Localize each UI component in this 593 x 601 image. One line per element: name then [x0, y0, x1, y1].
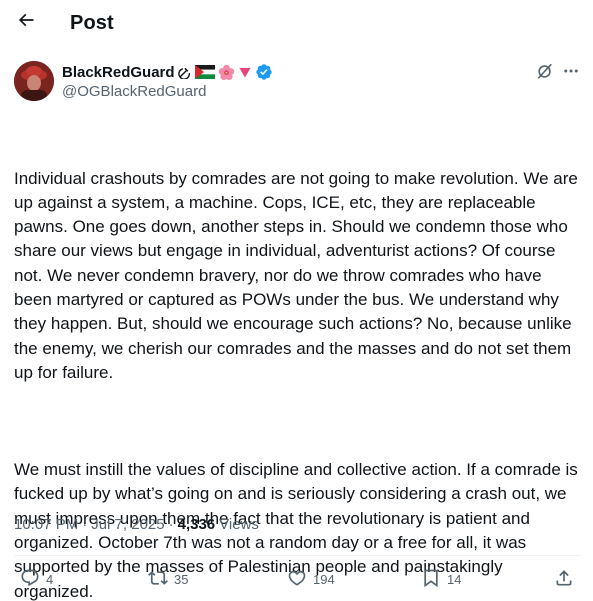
views-count: 4,336 — [177, 516, 216, 533]
hibiscus-emoji — [218, 64, 235, 80]
post-paragraph: Individual crashouts by comrades are not… — [14, 168, 583, 382]
bookmark-button[interactable]: 14 — [421, 565, 461, 593]
author-display-name[interactable]: BlackRedGuard — [62, 64, 175, 81]
views-label: Views — [219, 516, 259, 533]
reply-button[interactable]: 4 — [20, 565, 53, 593]
reply-count: 4 — [46, 571, 54, 587]
share-icon — [554, 568, 574, 591]
meta-separator: · — [82, 516, 88, 533]
action-bar: 4 35 194 14 — [0, 565, 593, 593]
avatar[interactable] — [14, 61, 54, 101]
palestine-flag-emoji — [194, 64, 215, 80]
more-options-button[interactable] — [560, 63, 582, 83]
post-header: Post — [0, 0, 593, 48]
author-name-row: BlackRedGuard — [62, 62, 273, 82]
like-button[interactable]: 194 — [287, 565, 335, 593]
meta-separator: · — [168, 516, 174, 533]
page-title: Post — [70, 12, 114, 34]
hammer-sickle-emoji — [177, 64, 192, 80]
arrow-left-icon — [16, 10, 36, 35]
repost-icon — [148, 568, 168, 591]
grok-button[interactable] — [535, 63, 555, 83]
bookmark-icon — [421, 568, 441, 591]
verified-badge-icon[interactable] — [255, 64, 273, 80]
red-triangle-emoji — [238, 64, 252, 80]
post-time[interactable]: 10:07 PM — [14, 516, 78, 533]
bookmark-count: 14 — [447, 571, 462, 587]
post-date[interactable]: Jul 7, 2025 — [91, 516, 164, 533]
reply-icon — [20, 568, 40, 591]
back-button[interactable] — [12, 8, 40, 36]
more-horizontal-icon — [562, 62, 580, 85]
repost-count: 35 — [174, 571, 189, 587]
like-count: 194 — [313, 571, 335, 587]
post-meta: 10:07 PM · Jul 7, 2025 · 4,336 Views — [14, 516, 259, 533]
divider — [14, 555, 581, 556]
share-button[interactable] — [554, 565, 574, 593]
grok-icon — [536, 62, 554, 85]
repost-button[interactable]: 35 — [148, 565, 188, 593]
heart-icon — [287, 568, 307, 591]
author-handle[interactable]: @OGBlackRedGuard — [62, 83, 206, 100]
